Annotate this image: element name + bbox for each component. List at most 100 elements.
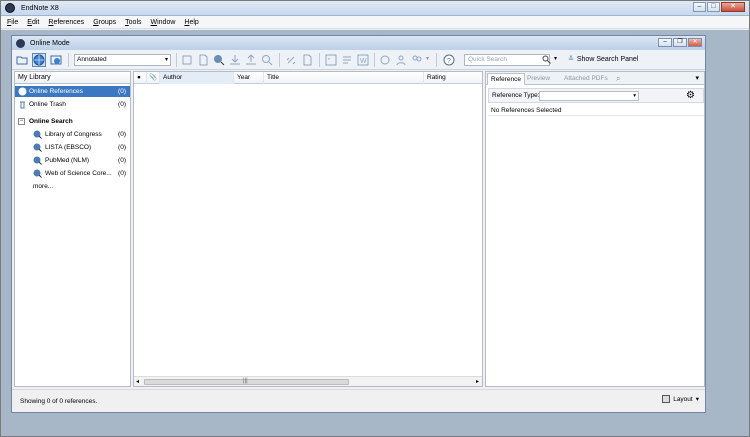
copy-library-icon bbox=[182, 55, 192, 65]
paperclip-icon: 📎 bbox=[149, 74, 158, 81]
search-lista-ebsco[interactable]: LISTA (EBSCO) (0) bbox=[15, 142, 130, 153]
tab-preview[interactable]: Preview bbox=[524, 73, 553, 85]
import-button[interactable] bbox=[228, 53, 242, 67]
reference-type-label: Reference Type: bbox=[492, 92, 540, 99]
export-button[interactable] bbox=[244, 53, 258, 67]
column-year[interactable]: Year bbox=[234, 72, 264, 84]
library-window: Online Mode – ❐ ✕ Annotated ▾ " W ▾ ? Qu… bbox=[11, 35, 706, 413]
chevron-down-icon[interactable]: ▾ bbox=[426, 55, 429, 62]
link-icon bbox=[286, 56, 296, 65]
reference-panel: Reference Preview Attached PDFs ⌕ ▾ Refe… bbox=[485, 71, 705, 387]
menu-bar: File Edit References Groups Tools Window… bbox=[1, 16, 749, 29]
library-restore-button[interactable]: ❐ bbox=[673, 38, 687, 47]
close-button[interactable]: ✕ bbox=[721, 2, 745, 12]
layout-button[interactable]: Layout ▾ bbox=[662, 395, 699, 403]
help-button[interactable]: ? bbox=[442, 53, 456, 67]
attachment-column[interactable]: 📎 bbox=[147, 72, 160, 84]
search-globe-icon bbox=[214, 55, 225, 66]
local-library-mode-button[interactable] bbox=[15, 53, 29, 67]
panel-options-icon[interactable]: ▾ bbox=[695, 74, 699, 82]
reference-panel-tabs: Reference Preview Attached PDFs ⌕ ▾ bbox=[486, 72, 704, 85]
column-author[interactable]: Author bbox=[160, 72, 234, 84]
collapse-icon[interactable]: − bbox=[18, 118, 25, 125]
find-full-text-button[interactable] bbox=[260, 53, 274, 67]
horizontal-scrollbar[interactable]: ◂ ||| ▸ bbox=[134, 376, 482, 386]
tab-attached-pdfs[interactable]: Attached PDFs bbox=[554, 73, 611, 85]
online-search-mode-button[interactable] bbox=[32, 53, 46, 67]
svg-text:?: ? bbox=[447, 58, 451, 65]
sync-icon bbox=[380, 55, 390, 65]
column-rating[interactable]: Rating bbox=[424, 72, 482, 84]
group-users-icon bbox=[412, 55, 422, 62]
quote-icon: " bbox=[325, 54, 337, 66]
show-search-panel-button[interactable]: ≚ Show Search Panel bbox=[568, 55, 638, 64]
globe-icon bbox=[18, 87, 27, 96]
search-web-of-science[interactable]: Web of Science Core... (0) bbox=[15, 168, 130, 179]
insert-citation-button[interactable]: " bbox=[324, 53, 338, 67]
reference-list: ● 📎 Author Year Title Rating ◂ ||| ▸ bbox=[133, 71, 483, 387]
group-online-references[interactable]: Online References (0) bbox=[15, 86, 130, 97]
dot-icon: ● bbox=[137, 74, 141, 81]
my-library-header[interactable]: My Library bbox=[15, 72, 130, 84]
scroll-left-icon[interactable]: ◂ bbox=[136, 378, 139, 385]
open-link-button[interactable] bbox=[284, 53, 298, 67]
menu-window[interactable]: Window bbox=[151, 19, 176, 26]
output-style-select[interactable]: Annotated ▾ bbox=[74, 54, 171, 66]
folder-icon bbox=[16, 56, 28, 65]
svg-text:": " bbox=[328, 58, 331, 65]
menu-edit[interactable]: Edit bbox=[27, 19, 39, 26]
menu-help[interactable]: Help bbox=[184, 19, 198, 26]
endnote-app-window: EndNote X8 – □ ✕ File Edit References Gr… bbox=[0, 0, 750, 437]
scroll-right-icon[interactable]: ▸ bbox=[476, 378, 479, 385]
return-to-word-button[interactable]: W bbox=[356, 53, 370, 67]
library-window-title-bar: Online Mode – ❐ ✕ bbox=[12, 36, 705, 50]
sync-button[interactable] bbox=[378, 53, 392, 67]
paperclip-icon[interactable]: ⌕ bbox=[616, 74, 620, 84]
copy-to-local-library-button[interactable] bbox=[180, 53, 194, 67]
group-online-trash[interactable]: Online Trash (0) bbox=[15, 99, 130, 110]
open-file-button[interactable] bbox=[300, 53, 314, 67]
toolbar-separator bbox=[436, 53, 437, 67]
chevron-down-icon: ▾ bbox=[164, 57, 168, 63]
scrollbar-thumb[interactable]: ||| bbox=[144, 378, 349, 385]
integrated-library-mode-button[interactable] bbox=[49, 53, 63, 67]
reference-list-header: ● 📎 Author Year Title Rating bbox=[134, 72, 482, 84]
column-title[interactable]: Title bbox=[264, 72, 424, 84]
endnote-logo-icon bbox=[5, 3, 15, 13]
library-minimize-button[interactable]: – bbox=[658, 38, 672, 47]
search-globe-icon bbox=[33, 130, 42, 139]
more-searches-link[interactable]: more... bbox=[15, 181, 130, 192]
search-pubmed-nlm[interactable]: PubMed (NLM) (0) bbox=[15, 155, 130, 166]
chevron-down-icon: ▾ bbox=[695, 396, 699, 403]
share-button[interactable] bbox=[394, 53, 408, 67]
read-status-column[interactable]: ● bbox=[134, 72, 147, 84]
tab-reference[interactable]: Reference bbox=[487, 73, 525, 85]
groups-panel: My Library Online References (0) Online … bbox=[14, 71, 131, 387]
online-search-section-header[interactable]: − Online Search bbox=[15, 116, 130, 127]
groups-button[interactable] bbox=[410, 53, 424, 67]
menu-references[interactable]: References bbox=[48, 19, 84, 26]
search-icon[interactable] bbox=[542, 55, 551, 64]
quick-search-input[interactable]: Quick Search bbox=[464, 54, 550, 66]
gear-icon[interactable]: ⚙ bbox=[686, 90, 695, 102]
search-globe-icon bbox=[33, 169, 42, 178]
minimize-button[interactable]: – bbox=[693, 2, 706, 12]
new-reference-button[interactable] bbox=[196, 53, 210, 67]
library-close-button[interactable]: ✕ bbox=[688, 38, 702, 47]
format-bibliography-button[interactable] bbox=[340, 53, 354, 67]
mdi-workspace: Online Mode – ❐ ✕ Annotated ▾ " W ▾ ? Qu… bbox=[1, 30, 749, 436]
menu-file[interactable]: File bbox=[7, 19, 18, 26]
menu-groups[interactable]: Groups bbox=[93, 19, 116, 26]
layout-icon bbox=[662, 395, 671, 403]
reference-type-bar: Reference Type: ▾ ⚙ bbox=[488, 88, 704, 103]
search-library-of-congress[interactable]: Library of Congress (0) bbox=[15, 129, 130, 140]
globe-icon bbox=[33, 54, 45, 66]
toolbar: Annotated ▾ " W ▾ ? Quick Search ▾ ≚ Sho… bbox=[12, 50, 705, 70]
maximize-button[interactable]: □ bbox=[707, 2, 720, 12]
menu-tools[interactable]: Tools bbox=[125, 19, 141, 26]
search-options-dropdown[interactable]: ▾ bbox=[554, 55, 557, 62]
svg-text:W: W bbox=[360, 58, 367, 65]
online-search-button[interactable] bbox=[212, 53, 226, 67]
reference-type-select[interactable]: ▾ bbox=[539, 91, 639, 101]
word-icon: W bbox=[357, 54, 369, 66]
